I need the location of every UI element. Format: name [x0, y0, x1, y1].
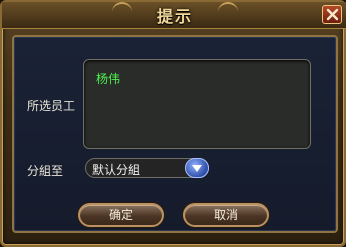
- group-to-label: 分組至: [27, 164, 64, 178]
- dialog-title: 提示: [156, 7, 193, 26]
- selected-employee-name: 杨伟: [96, 72, 121, 86]
- close-icon: [326, 8, 339, 21]
- confirm-button[interactable]: 确定: [78, 203, 164, 227]
- title-bar: 提示: [2, 2, 346, 29]
- selected-employee-label: 所选员工: [27, 99, 76, 113]
- group-select-arrow-button[interactable]: [185, 158, 209, 178]
- selected-employee-box[interactable]: 杨伟: [83, 59, 311, 149]
- cancel-button[interactable]: 取消: [183, 203, 269, 227]
- group-select[interactable]: 默认分組: [85, 158, 209, 178]
- dialog-window: 提示 所选员工 杨伟 分組至 默认分組 确定 取消: [0, 0, 346, 247]
- group-select-value: 默认分組: [92, 163, 141, 177]
- chevron-down-icon: [192, 165, 202, 172]
- close-button[interactable]: [322, 5, 342, 24]
